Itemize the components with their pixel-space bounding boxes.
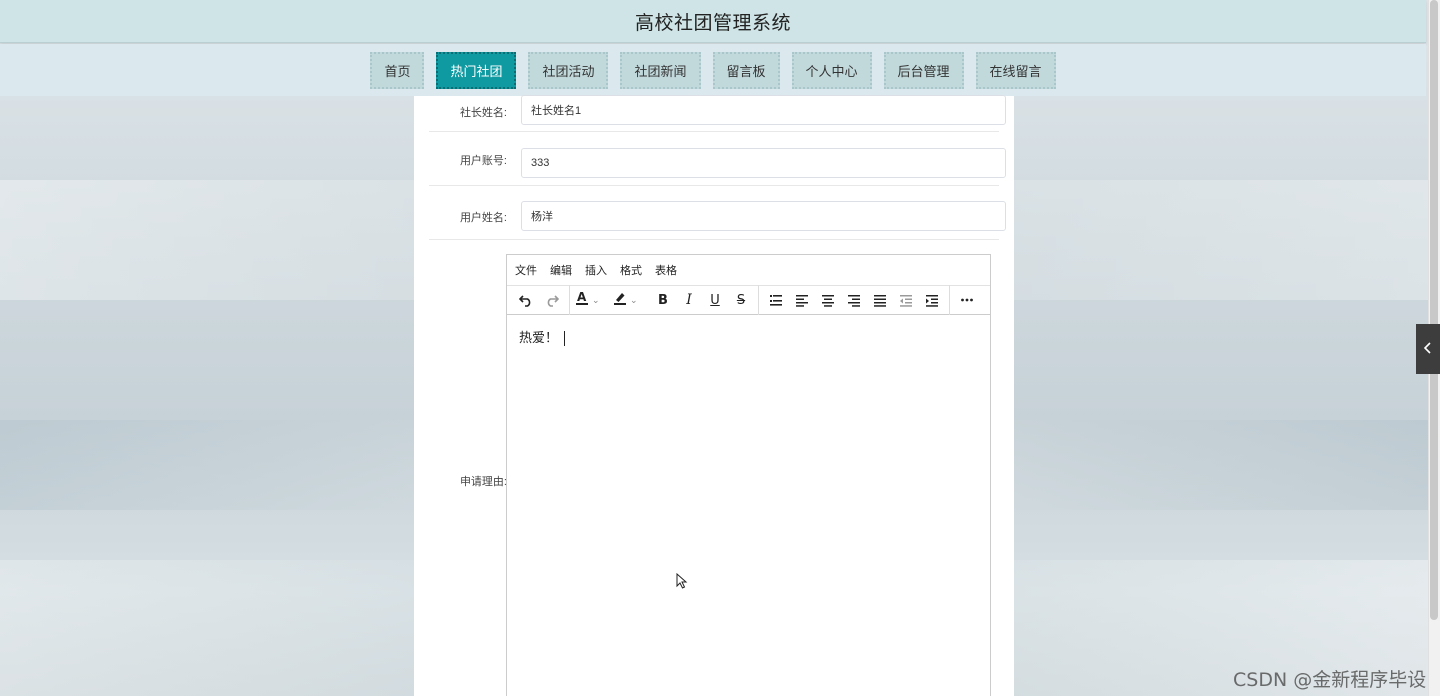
site-title: 高校社团管理系统 <box>634 12 791 34</box>
editor-menubar: 文件 编辑 插入 格式 表格 <box>507 255 990 285</box>
side-panel-toggle[interactable] <box>1416 324 1440 374</box>
align-left-icon[interactable] <box>789 287 815 313</box>
nav-item-club-activities[interactable]: 社团活动 <box>528 51 609 89</box>
form-row-leader-name: 社长姓名: 社长姓名1 <box>429 95 1006 132</box>
background-color-dropdown[interactable]: ⌄ <box>612 287 650 313</box>
rich-text-editor: 文件 编辑 插入 格式 表格 A ⌄ ⌄ B I U S 热爱！ <box>506 254 991 696</box>
nav-item-personal-center[interactable]: 个人中心 <box>791 51 872 89</box>
bullet-list-icon[interactable] <box>763 287 789 313</box>
align-justify-icon[interactable] <box>867 287 893 313</box>
strikethrough-icon[interactable]: S <box>728 287 754 313</box>
chevron-down-icon: ⌄ <box>630 294 638 305</box>
nav-item-admin[interactable]: 后台管理 <box>883 51 964 89</box>
bold-icon[interactable]: B <box>650 287 676 313</box>
highlight-icon <box>612 290 628 311</box>
user-account-label: 用户账号: <box>459 155 507 167</box>
editor-menu-format[interactable]: 格式 <box>620 262 642 278</box>
form-row-user-name: 用户姓名: 杨洋 <box>429 186 1006 240</box>
nav-item-home[interactable]: 首页 <box>370 51 425 89</box>
editor-text: 热爱！ <box>519 331 559 346</box>
chevron-left-icon <box>1423 341 1433 357</box>
editor-menu-file[interactable]: 文件 <box>515 262 537 278</box>
leader-name-label: 社长姓名: <box>459 107 507 119</box>
form-row-user-account: 用户账号: 333 <box>429 132 1006 186</box>
indent-icon[interactable] <box>919 287 945 313</box>
toolbar-separator <box>569 285 570 315</box>
nav-item-message-board[interactable]: 留言板 <box>712 51 780 89</box>
editor-menu-insert[interactable]: 插入 <box>585 262 607 278</box>
editor-menu-edit[interactable]: 编辑 <box>550 262 572 278</box>
site-header: 高校社团管理系统 <box>0 0 1426 43</box>
italic-icon[interactable]: I <box>676 287 702 313</box>
page-scrollbar-thumb[interactable] <box>1430 0 1438 620</box>
align-right-icon[interactable] <box>841 287 867 313</box>
mouse-cursor-icon <box>676 573 688 589</box>
nav-item-popular-clubs[interactable]: 热门社团 <box>436 51 517 89</box>
underline-icon[interactable]: U <box>702 287 728 313</box>
editor-toolbar: A ⌄ ⌄ B I U S <box>507 285 990 315</box>
chevron-down-icon: ⌄ <box>592 294 600 305</box>
form-panel: 社长姓名: 社长姓名1 用户账号: 333 用户姓名: 杨洋 申请理由: 文件 … <box>414 95 1014 696</box>
nav-item-club-news[interactable]: 社团新闻 <box>620 51 701 89</box>
user-account-input[interactable]: 333 <box>521 148 1006 178</box>
editor-menu-table[interactable]: 表格 <box>655 262 677 278</box>
svg-text:A: A <box>577 290 587 304</box>
text-color-icon: A <box>574 290 590 311</box>
nav-item-online-message[interactable]: 在线留言 <box>975 51 1056 89</box>
toolbar-separator <box>758 285 759 315</box>
watermark: CSDN @金新程序毕设 <box>1233 669 1427 691</box>
toolbar-separator <box>949 285 950 315</box>
align-center-icon[interactable] <box>815 287 841 313</box>
outdent-icon[interactable] <box>893 287 919 313</box>
more-icon[interactable] <box>954 287 980 313</box>
user-name-label: 用户姓名: <box>459 212 507 224</box>
editor-content[interactable]: 热爱！ <box>507 315 990 358</box>
user-name-input[interactable]: 杨洋 <box>521 201 1006 231</box>
leader-name-input[interactable]: 社长姓名1 <box>521 95 1006 125</box>
reason-label: 申请理由: <box>459 476 507 488</box>
undo-icon[interactable] <box>513 287 539 313</box>
main-nav: 首页 热门社团 社团活动 社团新闻 留言板 个人中心 后台管理 在线留言 <box>0 44 1426 96</box>
redo-icon[interactable] <box>539 287 565 313</box>
text-caret <box>564 331 566 346</box>
text-color-dropdown[interactable]: A ⌄ <box>574 287 612 313</box>
